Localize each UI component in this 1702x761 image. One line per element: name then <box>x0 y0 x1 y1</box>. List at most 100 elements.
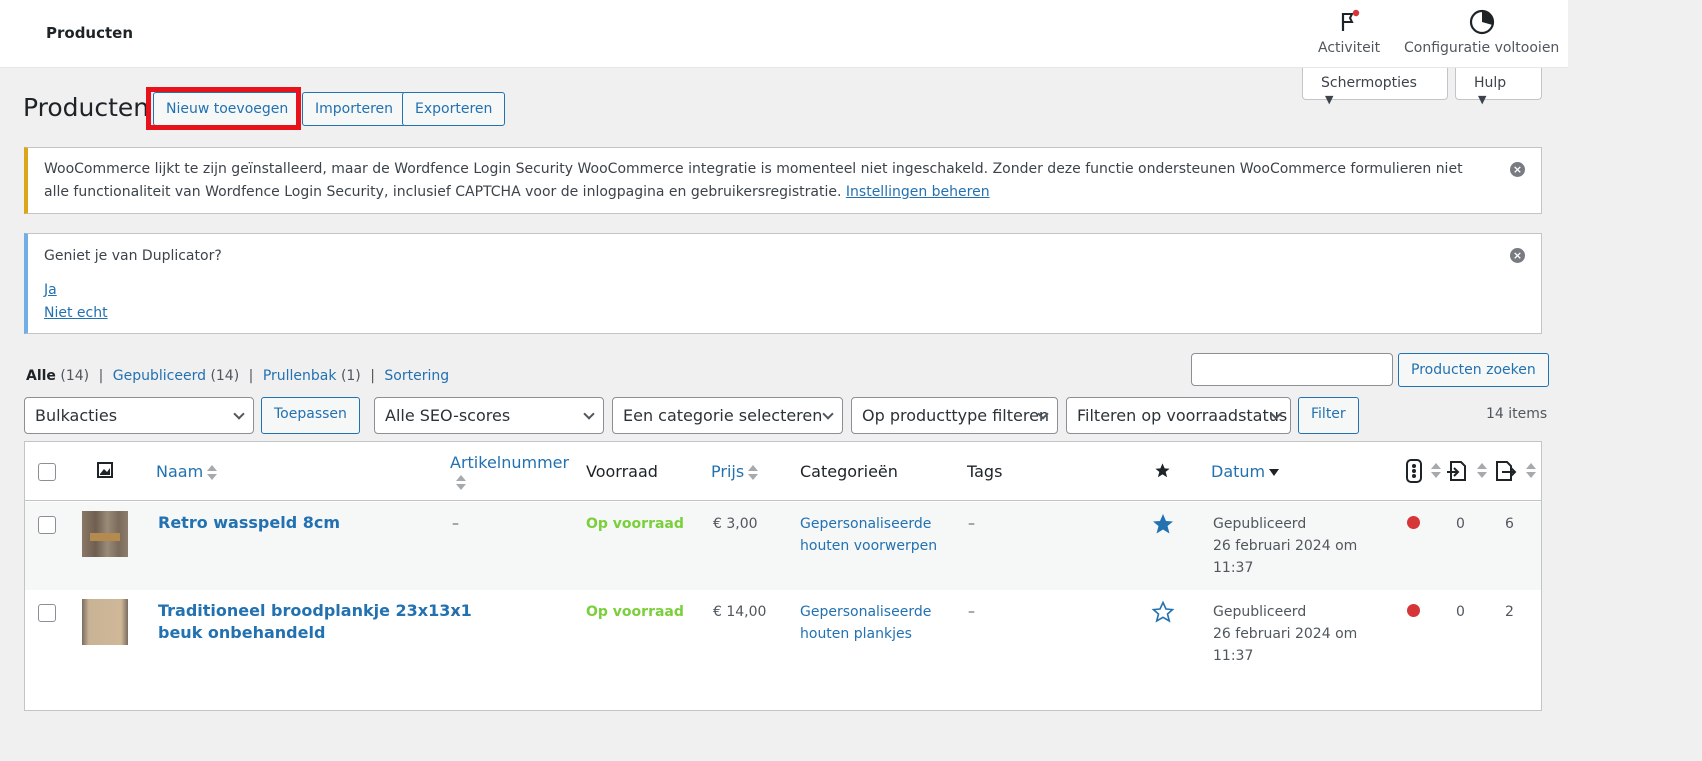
star-icon[interactable] <box>1154 462 1171 483</box>
category-line: houten voorwerpen <box>800 538 938 554</box>
sort-icon[interactable] <box>1526 463 1536 479</box>
product-thumbnail[interactable] <box>82 599 128 645</box>
stock-status: Op voorraad <box>586 604 684 620</box>
setup-button[interactable]: Configuratie voltooien <box>1404 8 1559 56</box>
view-sorting[interactable]: Sortering <box>384 368 449 384</box>
seo-score-select[interactable]: Alle SEO-scores <box>374 397 604 434</box>
product-name-link[interactable]: Traditioneel broodplankje 23x13x1 beuk o… <box>158 600 472 644</box>
apply-button[interactable]: Toepassen <box>261 397 360 434</box>
filter-button[interactable]: Filter <box>1298 397 1359 434</box>
duplicator-yes-link[interactable]: Ja <box>44 282 57 298</box>
search-products-button[interactable]: Producten zoeken <box>1398 353 1549 387</box>
sort-icon <box>748 464 759 481</box>
woocommerce-header: Producten Activiteit Configuratie voltoo… <box>0 0 1568 68</box>
duplicator-no-link[interactable]: Niet echt <box>44 305 108 321</box>
incoming-links-count: 0 <box>1456 604 1465 620</box>
view-all[interactable]: Alle <box>26 368 56 384</box>
price-value: € 3,00 <box>713 516 758 532</box>
setup-label: Configuratie voltooien <box>1404 40 1560 56</box>
wordfence-notice-text: WooCommerce lijkt te zijn geïnstalleerd,… <box>44 161 1463 200</box>
price-value: € 14,00 <box>713 604 767 620</box>
category-value: Een categorie selecteren <box>623 406 823 425</box>
import-button[interactable]: Importeren <box>302 92 407 126</box>
duplicator-notice: Geniet je van Duplicator? Ja Niet echt × <box>24 233 1542 334</box>
duplicator-question: Geniet je van Duplicator? <box>44 248 222 264</box>
activity-button[interactable]: Activiteit <box>1318 8 1380 56</box>
view-all-count: (14) <box>60 368 90 384</box>
table-row: Traditioneel broodplankje 23x13x1 beuk o… <box>25 590 1541 678</box>
sku-value: – <box>452 516 459 532</box>
product-type-select[interactable]: Op producttype filteren <box>851 397 1058 434</box>
screen-options-label: Schermopties <box>1321 75 1417 91</box>
outgoing-links-count: 2 <box>1505 604 1514 620</box>
incoming-links-icon[interactable] <box>1445 459 1469 487</box>
column-name[interactable]: Naam <box>156 462 218 481</box>
featured-star-outline-icon[interactable] <box>1151 600 1175 628</box>
bulk-actions-value: Bulkacties <box>35 406 118 425</box>
table-row: Retro wasspeld 8cm – Op voorraad € 3,00 … <box>25 502 1541 590</box>
tags-value: – <box>968 516 975 532</box>
column-sku-label: Artikelnummer <box>450 453 570 472</box>
product-type-value: Op producttype filteren <box>862 406 1050 425</box>
column-price[interactable]: Prijs <box>711 462 759 481</box>
column-name-label: Naam <box>156 462 204 481</box>
column-date[interactable]: Datum <box>1211 462 1280 481</box>
caret-down-icon: ▼ <box>1325 93 1334 106</box>
stock-status-select[interactable]: Filteren op voorraadstatus <box>1066 397 1291 434</box>
row-checkbox[interactable] <box>38 604 56 622</box>
outgoing-links-icon[interactable] <box>1493 459 1517 487</box>
category-link[interactable]: Gepersonaliseerde houten plankjes <box>800 601 931 645</box>
product-search-input[interactable] <box>1191 353 1393 386</box>
scrollbar-track[interactable] <box>1549 68 1568 701</box>
column-tags: Tags <box>967 462 1003 481</box>
view-published[interactable]: Gepubliceerd <box>113 368 206 384</box>
sort-icon[interactable] <box>1477 463 1487 479</box>
progress-circle-icon <box>1468 8 1496 36</box>
sort-icon <box>207 464 218 481</box>
product-name-line: beuk onbehandeld <box>158 623 326 642</box>
column-categories: Categorieën <box>800 462 898 481</box>
product-name-link[interactable]: Retro wasspeld 8cm <box>158 512 340 534</box>
row-checkbox[interactable] <box>38 516 56 534</box>
column-sku[interactable]: Artikelnummer <box>450 453 569 491</box>
help-label: Hulp <box>1474 75 1507 91</box>
help-tab[interactable]: Hulp ▼ <box>1455 68 1542 106</box>
view-separator: | <box>248 368 254 384</box>
sku-value: – <box>452 604 459 620</box>
chevron-down-icon <box>583 408 595 420</box>
view-separator: | <box>98 368 104 384</box>
stock-status-value: Filteren op voorraadstatus <box>1077 406 1288 425</box>
flag-icon <box>1335 8 1363 36</box>
items-count: 14 items <box>1486 406 1548 422</box>
category-link[interactable]: Gepersonaliseerde houten voorwerpen <box>800 513 937 557</box>
sort-icon[interactable] <box>1431 463 1441 479</box>
product-thumbnail[interactable] <box>82 511 128 557</box>
close-icon[interactable]: × <box>1510 162 1525 177</box>
seo-score-value: Alle SEO-scores <box>385 406 511 425</box>
category-line: Gepersonaliseerde <box>800 516 932 532</box>
category-line: houten plankjes <box>800 626 912 642</box>
select-all-checkbox[interactable] <box>38 463 56 481</box>
bulk-actions-select[interactable]: Bulkacties <box>24 397 254 434</box>
status-views: Alle (14) | Gepubliceerd (14) | Prullenb… <box>26 368 449 384</box>
view-trash[interactable]: Prullenbak <box>263 368 337 384</box>
close-icon[interactable]: × <box>1510 248 1525 263</box>
category-select[interactable]: Een categorie selecteren <box>612 397 843 434</box>
traffic-light-icon[interactable] <box>1405 459 1423 487</box>
caret-down-icon: ▼ <box>1478 93 1487 106</box>
chevron-down-icon <box>233 408 245 420</box>
screen-options-tab[interactable]: Schermopties ▼ <box>1302 68 1448 106</box>
publish-status: Gepubliceerd <box>1213 604 1307 620</box>
stock-status: Op voorraad <box>586 516 684 532</box>
seo-score-dot <box>1407 604 1420 617</box>
publish-status: Gepubliceerd <box>1213 516 1307 532</box>
export-button[interactable]: Exporteren <box>402 92 506 126</box>
publish-date: 26 februari 2024 om <box>1213 538 1358 554</box>
column-date-label: Datum <box>1211 462 1266 481</box>
column-stock: Voorraad <box>586 462 658 481</box>
manage-settings-link[interactable]: Instellingen beheren <box>846 184 990 200</box>
seo-score-dot <box>1407 516 1420 529</box>
featured-star-filled-icon[interactable] <box>1151 512 1175 540</box>
header-title: Producten <box>46 24 134 42</box>
incoming-links-count: 0 <box>1456 516 1465 532</box>
